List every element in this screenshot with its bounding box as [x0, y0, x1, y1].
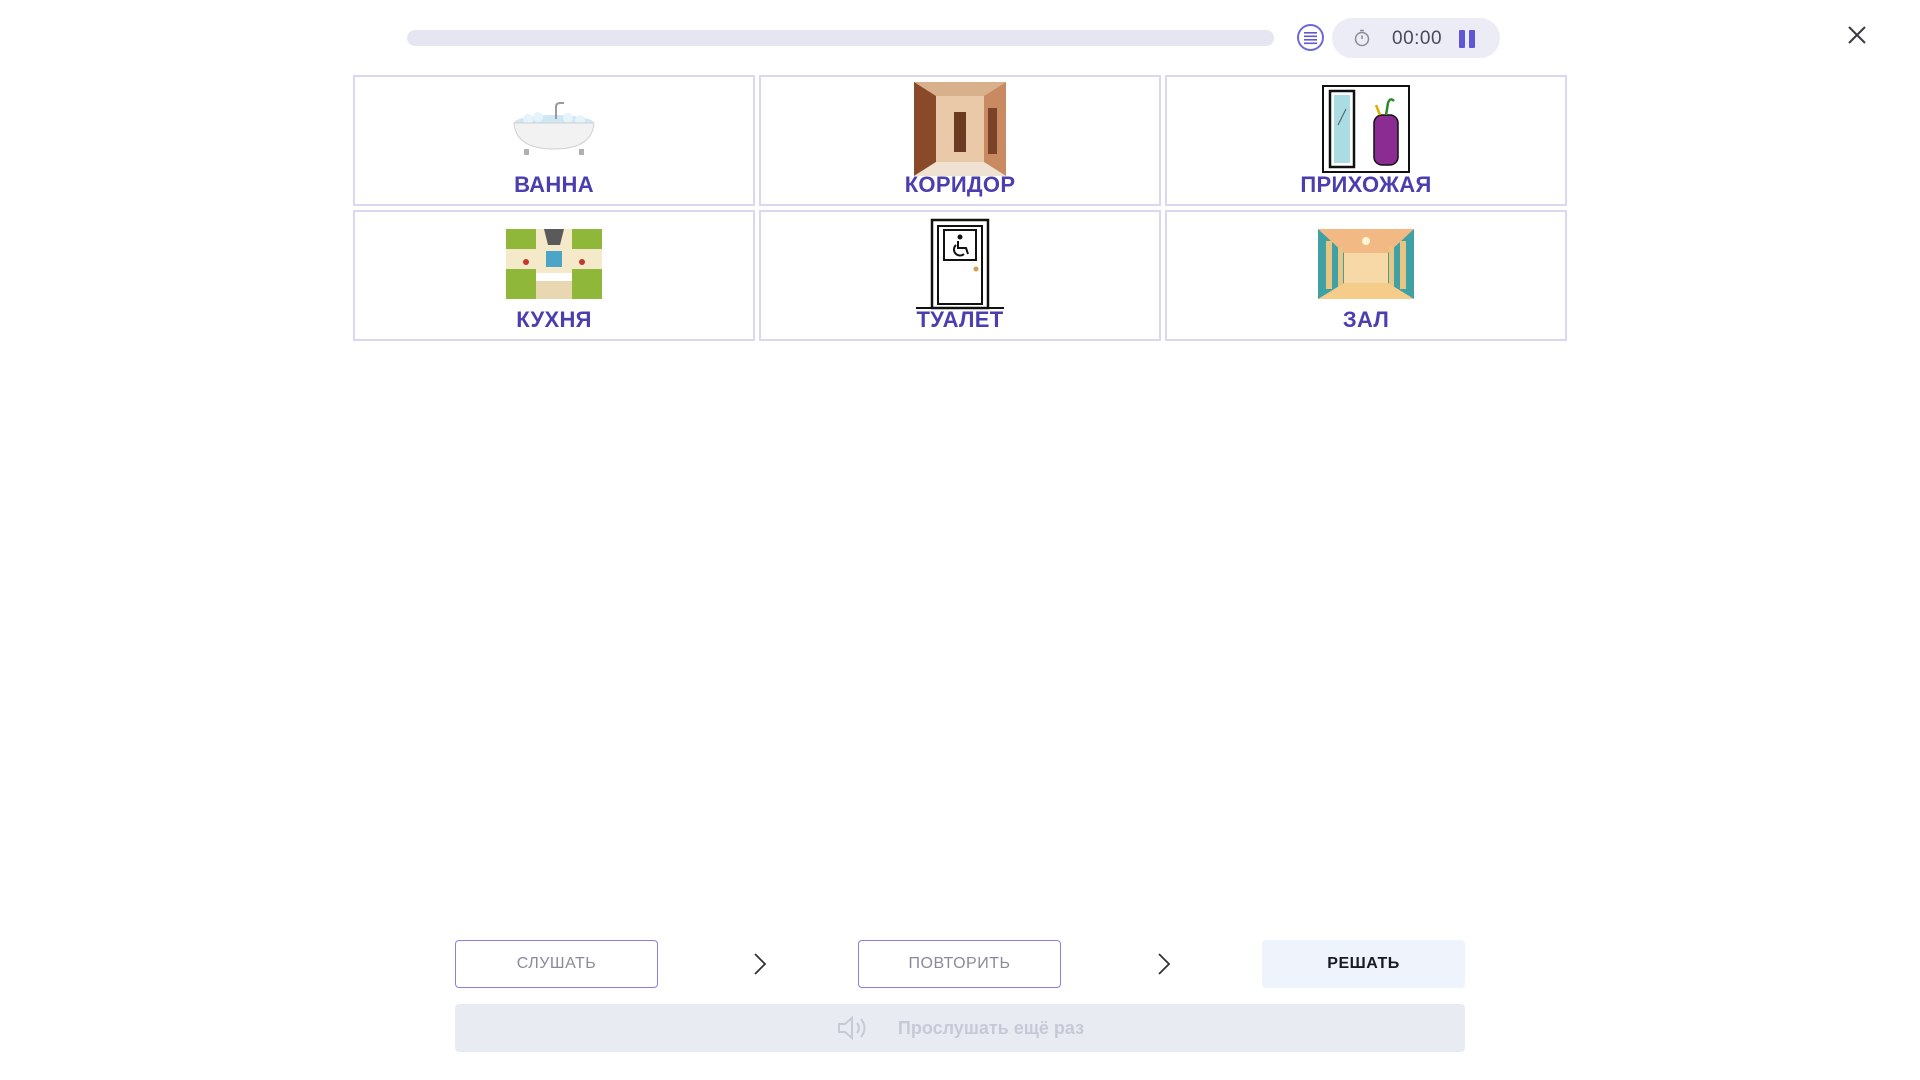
- timer-value: 00:00: [1392, 28, 1443, 49]
- solve-button[interactable]: РЕШАТЬ: [1262, 940, 1465, 988]
- listen-again-button[interactable]: Прослушать ещё раз: [455, 1004, 1465, 1052]
- speaker-icon: [837, 1015, 866, 1041]
- list-icon: [1304, 31, 1317, 44]
- answer-grid: ВАННА КОРИДОР ПРИХОЖАЯ КУХНЯ ТУАЛЕТ ЗАЛ: [353, 75, 1568, 342]
- top-bar: 00:00: [0, 0, 1920, 70]
- list-button[interactable]: [1297, 24, 1324, 51]
- stopwatch-icon: [1354, 29, 1370, 47]
- listen-button[interactable]: СЛУШАТЬ: [455, 940, 658, 988]
- repeat-button[interactable]: ПОВТОРИТЬ: [858, 940, 1061, 988]
- bathtub-image: [504, 81, 604, 177]
- card-label: ВАННА: [514, 172, 594, 197]
- kitchen-image: [504, 216, 604, 312]
- card-corridor[interactable]: КОРИДОР: [759, 75, 1161, 206]
- card-label: ЗАЛ: [1342, 307, 1390, 332]
- card-label: ТУАЛЕТ: [916, 307, 1004, 332]
- close-icon[interactable]: [1845, 23, 1869, 47]
- chevron-right-icon: [754, 953, 767, 975]
- card-label: КОРИДОР: [904, 172, 1016, 197]
- card-bath[interactable]: ВАННА: [353, 75, 755, 206]
- card-label: ПРИХОЖАЯ: [1300, 172, 1432, 197]
- hallway-image: [1316, 81, 1416, 177]
- listen-again-label: Прослушать ещё раз: [897, 1017, 1085, 1038]
- timer: 00:00: [1332, 18, 1500, 58]
- step-controls: СЛУШАТЬ ПОВТОРИТЬ РЕШАТЬ: [455, 940, 1465, 988]
- corridor-image: [910, 81, 1010, 177]
- card-label: КУХНЯ: [516, 307, 592, 332]
- hall-image: [1316, 216, 1416, 312]
- pause-icon[interactable]: [1459, 30, 1477, 48]
- card-toilet[interactable]: ТУАЛЕТ: [759, 210, 1161, 341]
- card-hallway[interactable]: ПРИХОЖАЯ: [1165, 75, 1567, 206]
- card-hall[interactable]: ЗАЛ: [1165, 210, 1567, 341]
- chevron-right-icon: [1158, 953, 1171, 975]
- toilet-door-image: [910, 216, 1010, 312]
- card-kitchen[interactable]: КУХНЯ: [353, 210, 755, 341]
- progress-bar: [407, 30, 1274, 46]
